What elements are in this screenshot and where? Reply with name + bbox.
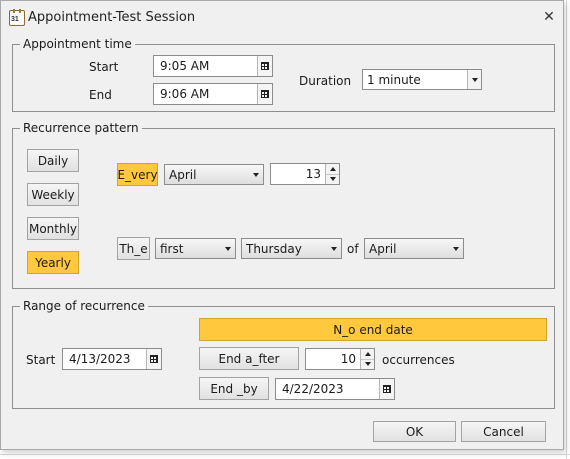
start-time-value[interactable]: 9:05 AM <box>154 59 257 73</box>
the-radio-button[interactable]: Th_e <box>117 237 150 260</box>
of-label: of <box>347 242 359 256</box>
end-by-date-picker[interactable]: 4/22/2023 <box>275 378 395 400</box>
ordinal-dropdown[interactable]: first <box>155 238 236 259</box>
yearly-button[interactable]: Yearly <box>27 251 79 274</box>
recurrence-pattern-group: Recurrence pattern <box>12 120 555 289</box>
appointment-dialog: 31 Appointment-Test Session ✕ Appointmen… <box>0 0 564 450</box>
chevron-down-icon[interactable] <box>327 246 341 251</box>
end-by-calendar-icon[interactable] <box>379 379 394 399</box>
weekly-button[interactable]: Weekly <box>27 183 79 206</box>
cancel-button[interactable]: Cancel <box>461 421 546 442</box>
the-month-value: April <box>369 241 397 256</box>
duration-value: 1 minute <box>367 72 421 87</box>
calendar-icon-number: 31 <box>11 16 19 23</box>
range-start-value[interactable]: 4/13/2023 <box>63 352 146 366</box>
ordinal-value: first <box>160 241 184 256</box>
start-time-picker[interactable]: 9:05 AM <box>153 55 273 77</box>
range-start-date-picker[interactable]: 4/13/2023 <box>62 348 162 370</box>
monthly-button[interactable]: Monthly <box>27 217 79 240</box>
title-bar[interactable]: 31 Appointment-Test Session ✕ <box>1 1 563 33</box>
background-divider <box>0 454 570 455</box>
start-time-calendar-icon[interactable] <box>257 56 272 76</box>
close-icon[interactable]: ✕ <box>541 9 557 25</box>
end-time-picker[interactable]: 9:06 AM <box>153 83 273 105</box>
end-time-label: End <box>89 88 112 102</box>
range-start-label: Start <box>26 353 56 367</box>
duration-dropdown[interactable]: 1 minute <box>362 69 482 90</box>
ok-button[interactable]: OK <box>373 421 456 442</box>
start-time-label: Start <box>89 60 119 74</box>
daily-button[interactable]: Daily <box>27 149 79 172</box>
chevron-down-icon[interactable] <box>249 172 263 177</box>
spin-up-icon[interactable] <box>361 349 374 360</box>
chevron-down-icon[interactable] <box>449 246 463 251</box>
background-divider <box>566 0 567 459</box>
end-by-button[interactable]: End _by <box>199 377 269 400</box>
window-title: Appointment-Test Session <box>28 10 196 25</box>
weekday-dropdown[interactable]: Thursday <box>241 238 342 259</box>
occurrences-stepper[interactable]: 10 <box>305 348 375 370</box>
range-start-calendar-icon[interactable] <box>146 349 161 369</box>
occurrences-value[interactable]: 10 <box>306 349 360 369</box>
end-after-button[interactable]: End a_fter <box>199 347 299 370</box>
occurrences-label: occurrences <box>382 353 455 367</box>
duration-label: Duration <box>299 74 352 88</box>
appointment-time-legend: Appointment time <box>20 36 135 52</box>
range-legend: Range of recurrence <box>20 298 148 314</box>
the-month-dropdown[interactable]: April <box>364 238 464 259</box>
chevron-down-icon[interactable] <box>221 246 235 251</box>
every-radio-button[interactable]: E_very <box>117 163 158 186</box>
every-day-stepper[interactable]: 13 <box>270 163 340 185</box>
weekday-value: Thursday <box>246 241 302 256</box>
every-day-value[interactable]: 13 <box>271 164 325 184</box>
recurrence-pattern-legend: Recurrence pattern <box>20 120 142 136</box>
spin-up-icon[interactable] <box>326 164 339 175</box>
spin-down-icon[interactable] <box>361 359 374 369</box>
chevron-down-icon[interactable] <box>467 70 481 89</box>
every-month-dropdown[interactable]: April <box>164 164 264 185</box>
end-by-value[interactable]: 4/22/2023 <box>276 382 379 396</box>
end-time-calendar-icon[interactable] <box>257 84 272 104</box>
no-end-date-button[interactable]: N_o end date <box>199 318 547 341</box>
every-month-value: April <box>169 167 197 182</box>
end-time-value[interactable]: 9:06 AM <box>154 87 257 101</box>
spin-down-icon[interactable] <box>326 174 339 184</box>
calendar-app-icon: 31 <box>9 9 25 26</box>
